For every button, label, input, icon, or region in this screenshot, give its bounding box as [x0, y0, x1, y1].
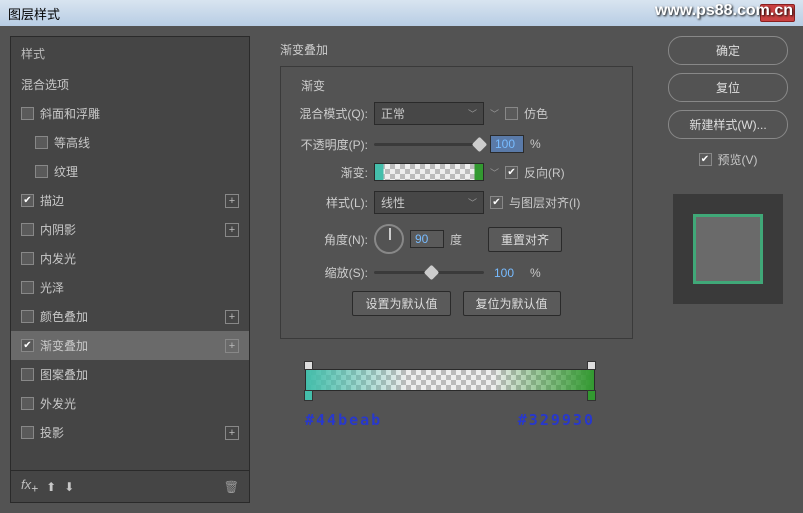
chevron-down-icon[interactable]: ﹀ — [490, 107, 499, 120]
fx-icon[interactable]: fx+ — [21, 477, 38, 496]
angle-label: 角度(N): — [293, 231, 368, 248]
style-select[interactable]: 线性﹀ — [374, 191, 484, 214]
sidebar-item-outer-glow[interactable]: 外发光 — [11, 389, 249, 418]
trash-icon[interactable]: 🗑 — [224, 480, 239, 494]
angle-dial[interactable] — [374, 224, 404, 254]
checkbox[interactable] — [35, 136, 48, 149]
main-panel: 渐变叠加 渐变 混合模式(Q): 正常﹀ ﹀ 仿色 不透明度(P): 100 % — [260, 36, 653, 503]
checkbox[interactable] — [21, 223, 34, 236]
gradient-label: 渐变: — [293, 164, 368, 181]
dither-checkbox[interactable] — [505, 107, 518, 120]
add-icon[interactable]: + — [225, 223, 239, 237]
styles-sidebar: 样式 混合选项 斜面和浮雕 等高线 纹理 描边+ 内阴影+ 内发光 光泽 颜色叠… — [10, 36, 250, 503]
sidebar-item-bevel[interactable]: 斜面和浮雕 — [11, 99, 249, 128]
color-stop[interactable] — [304, 390, 313, 401]
scale-value[interactable]: 100 — [490, 265, 524, 281]
checkbox[interactable] — [21, 426, 34, 439]
group-label: 渐变 — [297, 77, 329, 94]
sidebar-footer: fx+ ⬆ ⬇ 🗑 — [11, 470, 249, 502]
window-title: 图层样式 — [8, 4, 60, 23]
blend-mode-select[interactable]: 正常﹀ — [374, 102, 484, 125]
checkbox[interactable] — [21, 368, 34, 381]
color-stop[interactable] — [587, 390, 596, 401]
preview-label: 预览(V) — [718, 151, 758, 168]
sidebar-header-styles: 样式 — [11, 37, 249, 70]
add-icon[interactable]: + — [225, 194, 239, 208]
panel-title: 渐变叠加 — [280, 41, 633, 58]
sidebar-item-satin[interactable]: 光泽 — [11, 273, 249, 302]
opacity-input[interactable]: 100 — [490, 135, 524, 153]
hex-right: #329930 — [518, 411, 595, 429]
chevron-down-icon[interactable]: ﹀ — [490, 166, 499, 179]
checkbox[interactable] — [21, 107, 34, 120]
set-default-button[interactable]: 设置为默认值 — [352, 291, 450, 316]
opacity-label: 不透明度(P): — [293, 136, 368, 153]
slider-thumb[interactable] — [472, 136, 488, 152]
chevron-down-icon: ﹀ — [468, 107, 477, 120]
preview-box — [673, 194, 783, 304]
style-label: 样式(L): — [293, 194, 368, 211]
add-icon[interactable]: + — [225, 426, 239, 440]
reset-default-button[interactable]: 复位为默认值 — [463, 291, 561, 316]
chevron-down-icon: ﹀ — [468, 196, 477, 209]
sidebar-item-color-overlay[interactable]: 颜色叠加+ — [11, 302, 249, 331]
sidebar-item-inner-shadow[interactable]: 内阴影+ — [11, 215, 249, 244]
opacity-slider[interactable] — [374, 143, 484, 146]
checkbox[interactable] — [21, 397, 34, 410]
opacity-stop[interactable] — [304, 361, 313, 370]
reverse-checkbox[interactable] — [505, 166, 518, 179]
align-checkbox[interactable] — [490, 196, 503, 209]
checkbox[interactable] — [21, 310, 34, 323]
gradient-editor: #44beab #329930 — [305, 369, 595, 429]
sidebar-item-gradient-overlay[interactable]: 渐变叠加+ — [11, 331, 249, 360]
blend-mode-label: 混合模式(Q): — [293, 105, 368, 122]
sidebar-item-stroke[interactable]: 描边+ — [11, 186, 249, 215]
slider-thumb[interactable] — [424, 265, 440, 281]
scale-slider[interactable] — [374, 271, 484, 274]
checkbox[interactable] — [21, 339, 34, 352]
sidebar-item-inner-glow[interactable]: 内发光 — [11, 244, 249, 273]
checkbox[interactable] — [21, 252, 34, 265]
arrow-down-icon[interactable]: ⬇ — [64, 480, 74, 494]
ok-button[interactable]: 确定 — [668, 36, 788, 65]
watermark: www.ps88.com.cn — [655, 2, 793, 20]
gradient-strip[interactable] — [305, 369, 595, 391]
reverse-label: 反向(R) — [524, 164, 565, 181]
sidebar-item-contour[interactable]: 等高线 — [11, 128, 249, 157]
sidebar-item-texture[interactable]: 纹理 — [11, 157, 249, 186]
scale-label: 缩放(S): — [293, 264, 368, 281]
sidebar-item-drop-shadow[interactable]: 投影+ — [11, 418, 249, 447]
dither-label: 仿色 — [524, 105, 548, 122]
add-icon[interactable]: + — [225, 310, 239, 324]
checkbox[interactable] — [21, 194, 34, 207]
right-panel: 确定 复位 新建样式(W)... 预览(V) — [663, 36, 793, 503]
sidebar-item-pattern-overlay[interactable]: 图案叠加 — [11, 360, 249, 389]
preview-swatch — [693, 214, 763, 284]
gradient-picker[interactable] — [374, 163, 484, 181]
checkbox[interactable] — [21, 281, 34, 294]
angle-input[interactable]: 90 — [410, 230, 444, 248]
reset-button[interactable]: 复位 — [668, 73, 788, 102]
opacity-stop[interactable] — [587, 361, 596, 370]
reset-align-button[interactable]: 重置对齐 — [488, 227, 562, 252]
hex-left: #44beab — [305, 411, 382, 429]
new-style-button[interactable]: 新建样式(W)... — [668, 110, 788, 139]
add-icon[interactable]: + — [225, 339, 239, 353]
preview-checkbox[interactable] — [699, 153, 712, 166]
arrow-up-icon[interactable]: ⬆ — [46, 480, 56, 494]
checkbox[interactable] — [35, 165, 48, 178]
sidebar-blend-options[interactable]: 混合选项 — [11, 70, 249, 99]
align-label: 与图层对齐(I) — [509, 194, 580, 211]
